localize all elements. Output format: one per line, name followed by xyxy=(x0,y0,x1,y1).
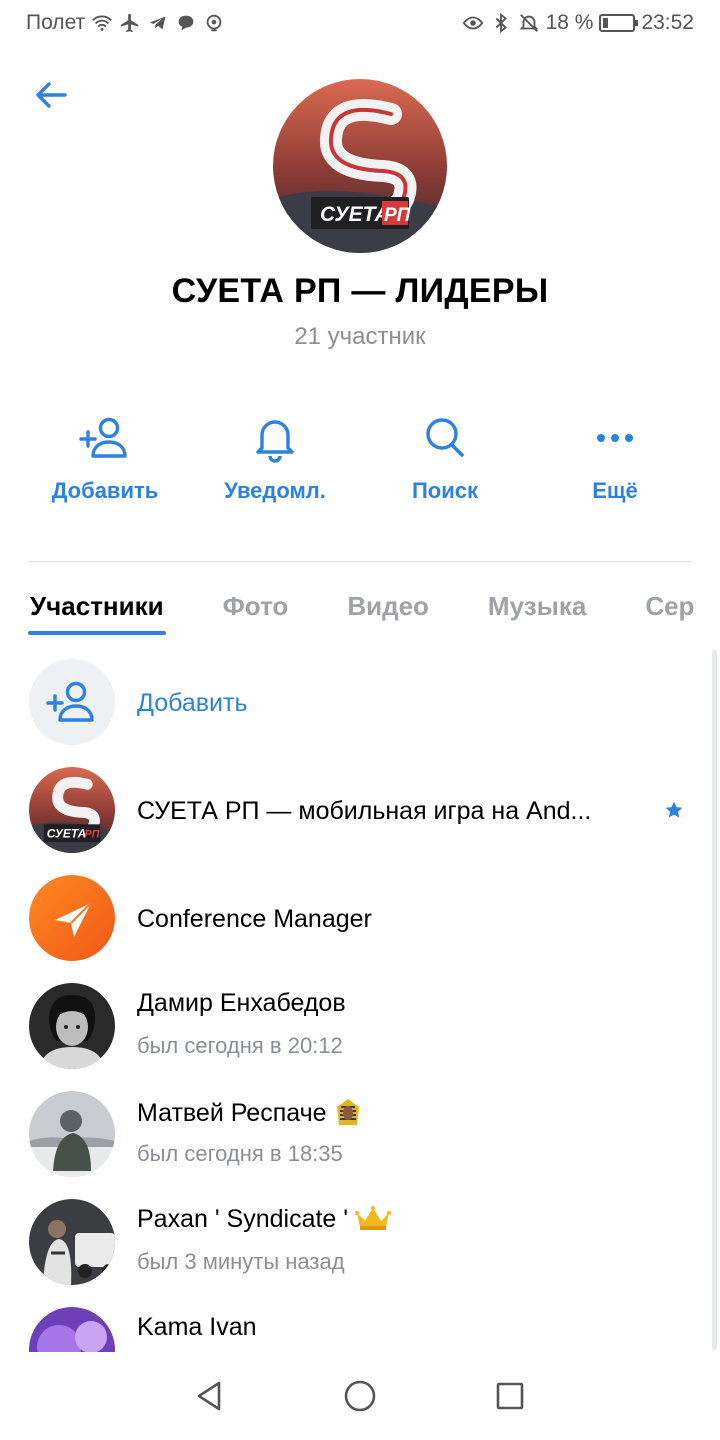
airplane-icon xyxy=(119,12,141,34)
members-list: Добавить СУЕТА РП СУЕТА РП — мобильная и… xyxy=(0,652,720,1352)
svg-text:РП: РП xyxy=(384,205,411,226)
search-action-button[interactable]: Поиск xyxy=(360,410,530,520)
avatar xyxy=(29,983,115,1069)
tab-members[interactable]: Участники xyxy=(28,585,166,635)
list-item[interactable]: Матвей Респаче был сегодня в 18:35 xyxy=(0,1084,720,1192)
triangle-back-icon xyxy=(197,1381,221,1411)
more-action-label: Ещё xyxy=(592,478,638,503)
group-avatar[interactable]: СУЕТА РП xyxy=(273,79,447,253)
add-member-avatar xyxy=(29,659,115,745)
add-action-label: Добавить xyxy=(51,478,159,503)
group-title: СУЕТА РП — ЛИДЕРЫ xyxy=(171,272,549,310)
members-count[interactable]: 21 участник xyxy=(0,323,720,351)
add-user-icon xyxy=(46,681,94,722)
member-name: Kama Ivan xyxy=(137,1313,257,1341)
svg-text:СУЕТА: СУЕТА xyxy=(47,827,86,841)
member-name-text: Матвей Респаче xyxy=(137,1099,327,1127)
add-member-row[interactable]: Добавить xyxy=(0,652,720,760)
svg-text:РП: РП xyxy=(84,829,99,841)
list-item[interactable]: Conference Manager xyxy=(0,868,720,976)
bluetooth-icon xyxy=(490,12,512,34)
search-action-label: Поиск xyxy=(411,478,479,503)
more-icon xyxy=(587,410,643,466)
list-item[interactable]: Paxan ' Syndicate ' был 3 минуты назад xyxy=(0,1192,720,1300)
circle-home-icon xyxy=(344,1380,376,1412)
avatar xyxy=(29,1199,115,1285)
member-name: Матвей Респаче xyxy=(137,1097,363,1128)
tab-bar: Участники Фото Видео Музыка Сер xyxy=(28,585,720,635)
telegram-icon xyxy=(147,12,169,34)
add-member-label: Добавить xyxy=(137,689,248,717)
back-button[interactable] xyxy=(28,72,74,118)
search-icon xyxy=(417,410,473,466)
member-name: Дамир Енхабедов xyxy=(137,989,346,1017)
svg-text:СУЕТА: СУЕТА xyxy=(320,203,390,226)
divider xyxy=(28,561,692,562)
member-last-seen: был сегодня в 20:12 xyxy=(137,1033,343,1058)
nav-back-button[interactable] xyxy=(185,1371,235,1421)
tab-music[interactable]: Музыка xyxy=(488,585,586,635)
list-item[interactable]: Дамир Енхабедов был сегодня в 20:12 xyxy=(0,976,720,1084)
nav-recents-button[interactable] xyxy=(485,1371,535,1421)
avatar xyxy=(29,875,115,961)
avatar xyxy=(29,1091,115,1177)
member-name-text: Paxan ' Syndicate ' xyxy=(137,1205,349,1233)
nav-home-button[interactable] xyxy=(335,1371,385,1421)
avatar: СУЕТА РП xyxy=(29,767,115,853)
member-name: Paxan ' Syndicate ' xyxy=(137,1205,392,1234)
tab-photo[interactable]: Фото xyxy=(223,585,289,635)
member-name: СУЕТА РП — мобильная игра на And... xyxy=(137,797,592,825)
battery-percent: 18 % xyxy=(545,11,594,34)
star-icon xyxy=(665,801,683,818)
notifications-action-button[interactable]: Уведомл. xyxy=(190,410,360,520)
notifications-action-label: Уведомл. xyxy=(224,478,326,503)
bell-icon xyxy=(247,410,303,466)
add-action-button[interactable]: Добавить xyxy=(20,410,190,520)
add-user-icon xyxy=(77,410,133,466)
action-bar: Добавить Уведомл. Поиск Ещё xyxy=(20,410,700,520)
wifi-icon xyxy=(91,12,113,34)
arrow-left-icon xyxy=(36,82,67,108)
battery-icon xyxy=(599,14,639,32)
tab-services[interactable]: Сер xyxy=(645,585,694,635)
clock: 23:52 xyxy=(641,11,694,34)
member-last-seen: был сегодня в 18:35 xyxy=(137,1141,343,1166)
square-recents-icon xyxy=(496,1382,524,1410)
crown-emoji-icon xyxy=(355,1206,392,1230)
eye-icon xyxy=(462,12,484,34)
avatar xyxy=(29,1307,115,1352)
chat-icon xyxy=(175,12,197,34)
list-item[interactable]: СУЕТА РП СУЕТА РП — мобильная игра на An… xyxy=(0,760,720,868)
tab-video[interactable]: Видео xyxy=(347,585,429,635)
system-nav-bar xyxy=(0,1352,720,1440)
member-last-seen: был 3 минуты назад xyxy=(137,1249,345,1274)
more-action-button[interactable]: Ещё xyxy=(530,410,700,520)
status-bar: Полет 18 % 23:52 xyxy=(0,0,720,46)
carrier-label: Полет xyxy=(26,11,86,34)
hotspot-icon xyxy=(203,12,225,34)
list-item[interactable]: Kama Ivan xyxy=(0,1300,720,1352)
mute-icon xyxy=(518,12,540,34)
member-name: Conference Manager xyxy=(137,905,372,933)
pharaoh-emoji-icon xyxy=(337,1099,360,1125)
